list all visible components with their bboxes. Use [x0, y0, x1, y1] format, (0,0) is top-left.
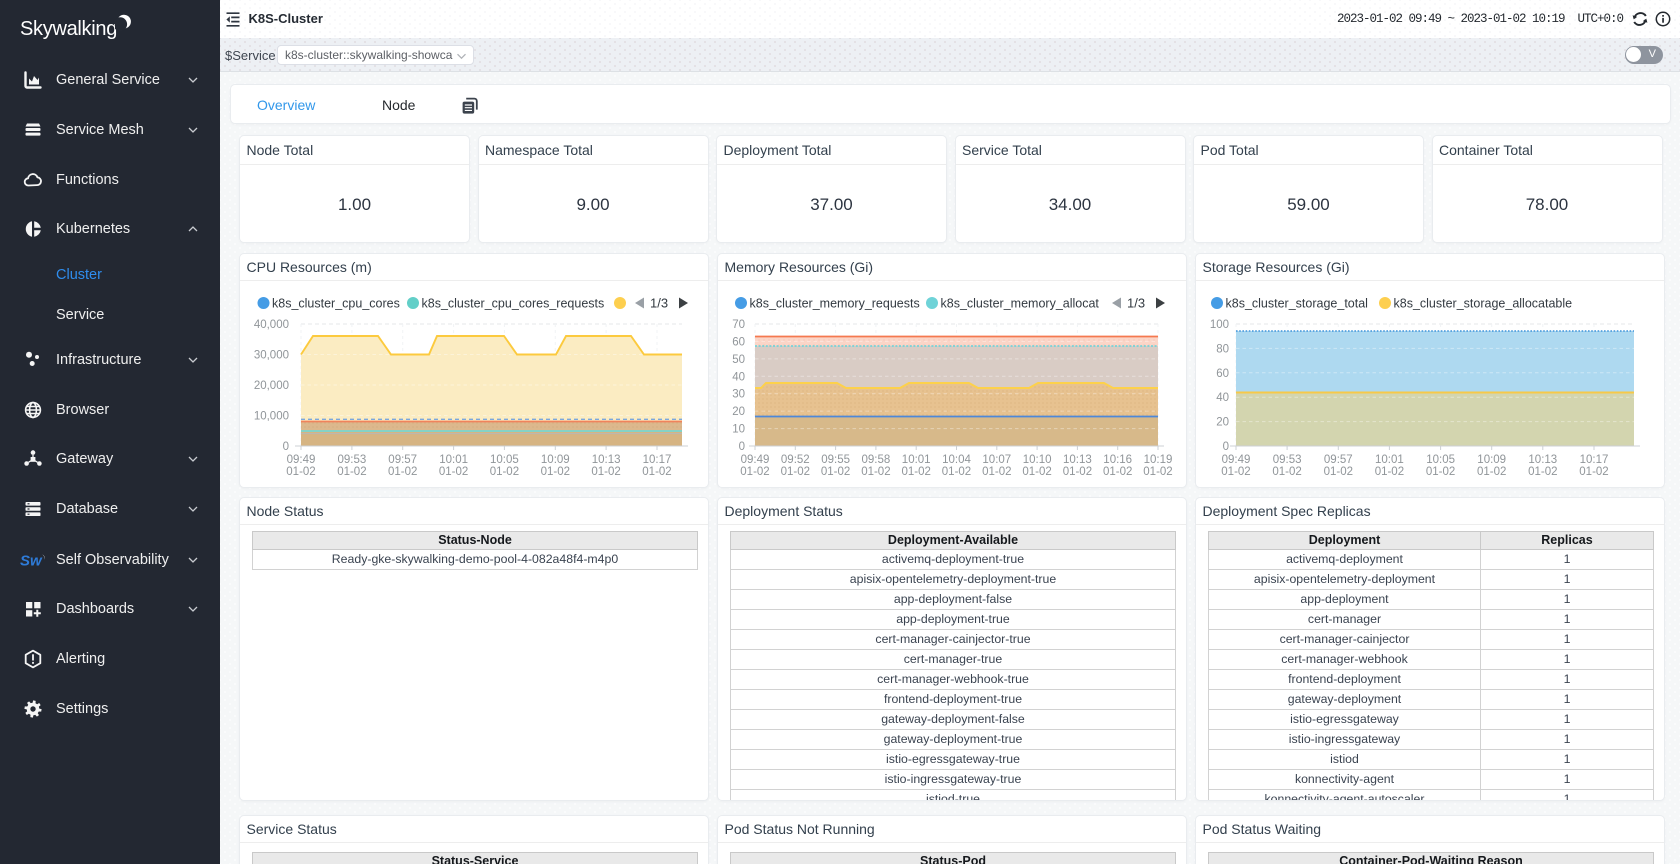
svg-text:80: 80: [1216, 343, 1229, 355]
svg-text:09:5301-02: 09:5301-02: [337, 454, 366, 478]
svg-text:09:5201-02: 09:5201-02: [781, 454, 810, 478]
svg-text:10,000: 10,000: [254, 411, 289, 423]
svg-text:k8s_cluster_storage_allocatabl: k8s_cluster_storage_allocatable: [1394, 297, 1573, 311]
svg-text:60: 60: [1216, 368, 1229, 380]
svg-text:k8s_cluster_storage_total: k8s_cluster_storage_total: [1226, 297, 1368, 311]
svg-text:10:0501-02: 10:0501-02: [490, 454, 519, 478]
svg-text:10:0101-02: 10:0101-02: [439, 454, 468, 478]
svg-text:k8s_cluster_cpu_cores_requests: k8s_cluster_cpu_cores_requests: [422, 297, 605, 311]
svg-text:10:0901-02: 10:0901-02: [1477, 454, 1506, 478]
svg-text:30: 30: [732, 389, 745, 401]
svg-text:70: 70: [732, 319, 745, 331]
svg-text:10:0101-02: 10:0101-02: [901, 454, 930, 478]
svg-text:10:0501-02: 10:0501-02: [1426, 454, 1455, 478]
svg-text:k8s_cluster_memory_allocat: k8s_cluster_memory_allocat: [941, 297, 1100, 311]
svg-text:10: 10: [732, 424, 745, 436]
svg-text:10:1301-02: 10:1301-02: [591, 454, 620, 478]
svg-text:10:1701-02: 10:1701-02: [642, 454, 671, 478]
svg-text:40: 40: [732, 371, 745, 383]
svg-text:10:0401-02: 10:0401-02: [942, 454, 972, 478]
svg-text:1/3: 1/3: [650, 296, 668, 311]
svg-text:09:5501-02: 09:5501-02: [821, 454, 850, 478]
svg-text:10:1301-02: 10:1301-02: [1528, 454, 1557, 478]
svg-text:k8s_cluster_memory_requests: k8s_cluster_memory_requests: [750, 297, 920, 311]
svg-text:30,000: 30,000: [254, 350, 289, 362]
svg-text:0: 0: [283, 441, 289, 453]
svg-text:k8s_cluster_cpu_cores: k8s_cluster_cpu_cores: [272, 297, 400, 311]
svg-text:60: 60: [732, 336, 745, 348]
svg-text:20: 20: [1216, 417, 1229, 429]
svg-text:0: 0: [739, 441, 745, 453]
svg-text:09:5801-02: 09:5801-02: [861, 454, 890, 478]
svg-text:09:5701-02: 09:5701-02: [1324, 454, 1353, 478]
svg-text:10:1301-02: 10:1301-02: [1063, 454, 1092, 478]
svg-text:0: 0: [1223, 441, 1229, 453]
svg-text:10:1001-02: 10:1001-02: [1022, 454, 1051, 478]
svg-text:10:1701-02: 10:1701-02: [1579, 454, 1608, 478]
svg-text:10:1601-02: 10:1601-02: [1103, 454, 1132, 478]
svg-text:40: 40: [1216, 392, 1229, 404]
svg-text:20: 20: [732, 406, 745, 418]
svg-text:10:0101-02: 10:0101-02: [1375, 454, 1404, 478]
svg-text:09:4901-02: 09:4901-02: [1221, 454, 1250, 478]
svg-text:20,000: 20,000: [254, 380, 289, 392]
svg-text:40,000: 40,000: [254, 319, 289, 331]
svg-text:09:4901-02: 09:4901-02: [286, 454, 315, 478]
svg-text:100: 100: [1210, 319, 1229, 331]
svg-text:Sw: Sw: [20, 553, 43, 570]
svg-text:1/3: 1/3: [1127, 296, 1145, 311]
svg-text:09:5701-02: 09:5701-02: [388, 454, 417, 478]
svg-text:09:5301-02: 09:5301-02: [1272, 454, 1301, 478]
svg-text:50: 50: [732, 354, 745, 366]
svg-text:10:1901-02: 10:1901-02: [1143, 454, 1172, 478]
svg-text:09:4901-02: 09:4901-02: [740, 454, 769, 478]
svg-text:10:0901-02: 10:0901-02: [541, 454, 570, 478]
svg-text:10:0701-02: 10:0701-02: [982, 454, 1011, 478]
